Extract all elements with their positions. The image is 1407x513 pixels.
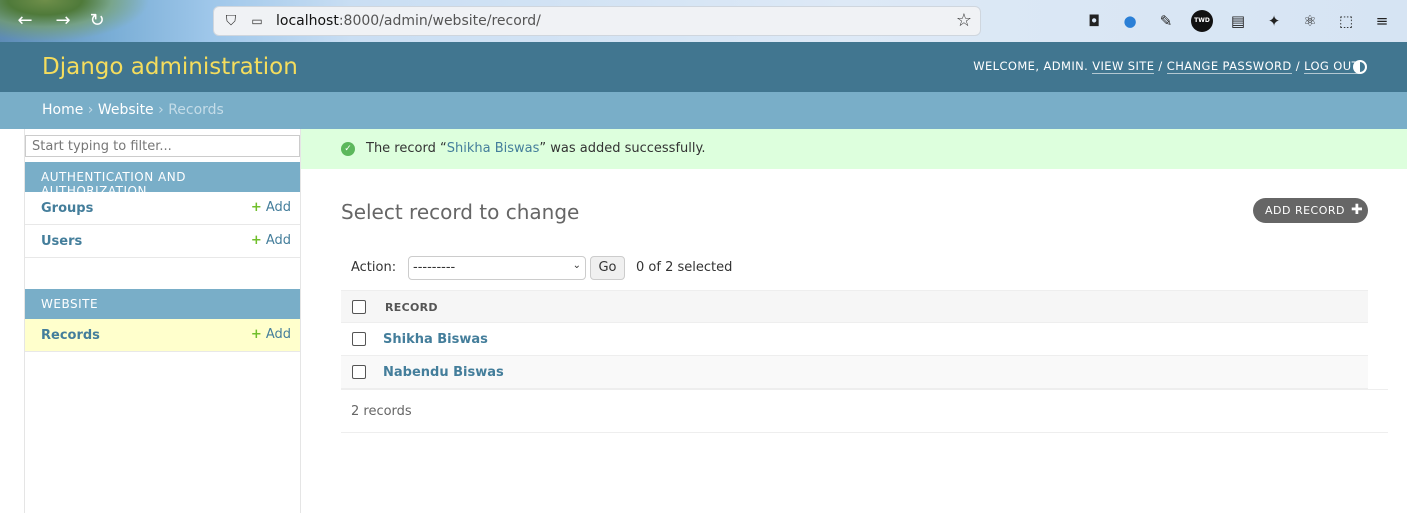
- record-link[interactable]: Nabendu Biswas: [383, 365, 504, 380]
- paginator: 2 records: [341, 389, 1388, 433]
- row-checkbox[interactable]: [352, 365, 366, 379]
- account-icon[interactable]: ●: [1119, 10, 1141, 32]
- add-group-link[interactable]: + Add: [251, 200, 291, 215]
- bookmark-star-icon[interactable]: ☆: [954, 11, 974, 31]
- success-check-icon: ✓: [341, 142, 355, 156]
- welcome-text: WELCOME,: [973, 59, 1044, 73]
- plus-icon: +: [250, 327, 262, 342]
- username: ADMIN: [1043, 59, 1085, 73]
- site-header: Django administration WELCOME, ADMIN. VI…: [0, 42, 1407, 92]
- page-info-icon[interactable]: ▭: [248, 12, 266, 30]
- add-label: Add: [265, 200, 291, 215]
- nav-sidebar: AUTHENTICATION AND AUTHORIZATION Groups …: [0, 129, 301, 513]
- message-suffix: ” was added successfully.: [539, 141, 706, 156]
- reload-icon[interactable]: ↻: [86, 10, 108, 32]
- back-icon[interactable]: ←: [14, 10, 36, 32]
- forward-icon[interactable]: →: [52, 10, 74, 32]
- message-prefix: The record “: [366, 141, 447, 156]
- view-site-link[interactable]: VIEW SITE: [1092, 59, 1155, 74]
- module-caption-auth[interactable]: AUTHENTICATION AND AUTHORIZATION: [25, 162, 300, 198]
- record-link[interactable]: Shikha Biswas: [383, 332, 488, 347]
- sidebar-item-records[interactable]: Records + Add: [25, 319, 300, 352]
- message-text: The record “Shikha Biswas” was added suc…: [366, 141, 705, 156]
- sidebar-item-groups[interactable]: Groups + Add: [25, 192, 300, 225]
- nav-filter-input[interactable]: [25, 135, 300, 157]
- breadcrumb-home[interactable]: Home: [42, 102, 83, 118]
- extensions-toolbar: ◘ ● ✎ TWD ▤ ✦ ⚛ ⬚ ≡: [1083, 10, 1407, 32]
- user-tools: WELCOME, ADMIN. VIEW SITE / CHANGE PASSW…: [973, 59, 1359, 74]
- url-host: localhost: [276, 13, 339, 29]
- breadcrumb-separator: ›: [87, 102, 94, 118]
- table-header: RECORD: [341, 290, 1368, 323]
- extensions-puzzle-icon[interactable]: ⬚: [1335, 10, 1357, 32]
- plus-icon: ✚: [1351, 202, 1364, 218]
- wrench-icon[interactable]: ✎: [1155, 10, 1177, 32]
- success-message: ✓ The record “Shikha Biswas” was added s…: [301, 129, 1407, 169]
- url-text[interactable]: localhost:8000/admin/website/record/: [276, 13, 541, 29]
- menu-icon[interactable]: ≡: [1371, 10, 1393, 32]
- twd-extension-icon[interactable]: TWD: [1191, 10, 1213, 32]
- action-label: Action:: [351, 260, 397, 275]
- plus-icon: +: [250, 200, 262, 215]
- actions-bar: Action: --------- ⌄ Go 0 of 2 selected: [341, 250, 1368, 290]
- add-record-button[interactable]: ADD RECORD ✚: [1253, 198, 1368, 223]
- sidebar-item-label[interactable]: Users: [41, 234, 82, 249]
- log-out-link[interactable]: LOG OUT: [1304, 59, 1359, 74]
- notes-icon[interactable]: ▤: [1227, 10, 1249, 32]
- message-record-link[interactable]: Shikha Biswas: [447, 141, 540, 156]
- change-password-link[interactable]: CHANGE PASSWORD: [1166, 59, 1292, 74]
- module-caption-website[interactable]: WEBSITE: [25, 289, 300, 319]
- react-devtools-icon[interactable]: ⚛: [1299, 10, 1321, 32]
- browser-toolbar: ← → ↻ ⛉ ▭ localhost:8000/admin/website/r…: [0, 0, 1407, 42]
- go-button[interactable]: Go: [590, 256, 625, 280]
- select-all-checkbox[interactable]: [352, 300, 366, 314]
- add-user-link[interactable]: + Add: [251, 233, 291, 248]
- site-branding[interactable]: Django administration: [42, 54, 298, 80]
- plus-icon: +: [250, 233, 262, 248]
- action-selected-value: ---------: [413, 260, 456, 275]
- chevron-down-icon: ⌄: [572, 260, 581, 271]
- page-title: Select record to change: [341, 200, 580, 224]
- shield-icon[interactable]: ⛉: [222, 12, 240, 30]
- row-checkbox[interactable]: [352, 332, 366, 346]
- action-select[interactable]: --------- ⌄: [408, 256, 586, 280]
- address-bar[interactable]: ⛉ ▭ localhost:8000/admin/website/record/…: [213, 6, 981, 36]
- action-counter: 0 of 2 selected: [636, 260, 733, 275]
- add-record-label: ADD RECORD: [1265, 204, 1346, 217]
- extension-bird-icon[interactable]: ✦: [1263, 10, 1285, 32]
- breadcrumb-website[interactable]: Website: [98, 102, 154, 118]
- add-label: Add: [265, 327, 291, 342]
- url-path: :8000/admin/website/record/: [338, 13, 541, 29]
- sidebar-item-users[interactable]: Users + Add: [25, 225, 300, 258]
- sidebar-item-label[interactable]: Records: [41, 328, 100, 343]
- breadcrumb-separator: ›: [158, 102, 164, 118]
- table-row: Shikha Biswas: [341, 323, 1368, 356]
- column-header-record[interactable]: RECORD: [385, 301, 438, 314]
- breadcrumb-current: Records: [168, 102, 224, 118]
- add-record-link[interactable]: + Add: [251, 327, 291, 342]
- table-row: Nabendu Biswas: [341, 356, 1368, 389]
- breadcrumb: Home › Website › Records: [0, 92, 1407, 129]
- sidebar-item-label[interactable]: Groups: [41, 201, 93, 216]
- add-label: Add: [265, 233, 291, 248]
- theme-toggle-icon[interactable]: [1353, 60, 1367, 74]
- pocket-icon[interactable]: ◘: [1083, 10, 1105, 32]
